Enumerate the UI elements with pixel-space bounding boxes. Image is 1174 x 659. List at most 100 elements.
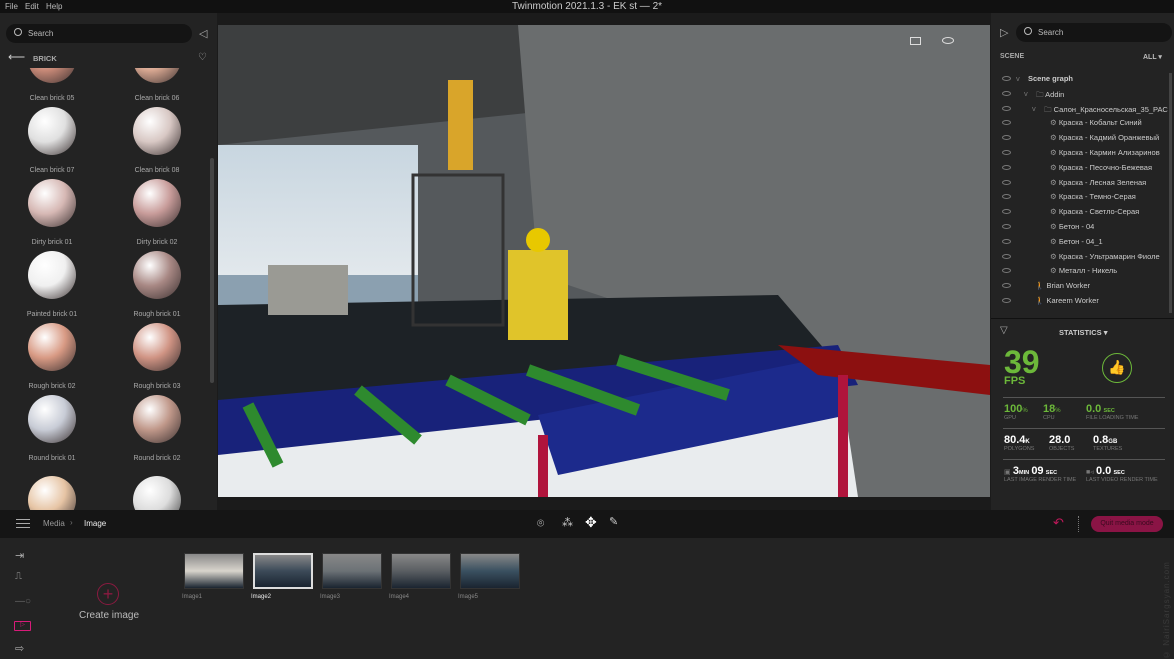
media-icon[interactable]: ▷ [14,621,31,631]
export-icon[interactable]: ⇨ [15,642,24,655]
scene-tree-item[interactable]: ⚙ Краска - Песочно-Бежевая [1050,163,1152,172]
image-render-min-unit: MIN [1018,470,1030,476]
image-thumbnail[interactable] [391,553,451,589]
image-thumbnail[interactable] [253,553,313,589]
undo-icon[interactable]: ↶ [1053,515,1064,531]
scene-tree-item[interactable]: ⚙ Краска - Кадмий Оранжевый [1050,133,1159,142]
material-thumbnail[interactable] [28,476,76,510]
material-thumbnail[interactable] [133,68,181,83]
3d-viewport[interactable] [218,25,990,497]
scene-tree-item[interactable]: ⚙ Бетон - 04_1 [1050,237,1103,246]
image-label[interactable]: Image3 [320,594,340,600]
visibility-eye-icon[interactable] [942,37,954,44]
material-label[interactable]: Dirty brick 02 [107,239,207,246]
material-thumbnail[interactable] [28,251,76,299]
material-label[interactable]: Rough brick 03 [107,383,207,390]
scene-tree-item[interactable]: 🗀 Салон_Красносельская_35_РАС [1044,104,1168,117]
material-thumbnail[interactable] [28,179,76,227]
visibility-eye-icon[interactable] [1002,150,1011,155]
expand-chevron-icon[interactable]: v [1016,74,1020,83]
scene-tree-item[interactable]: ⚙ Краска - Кобальт Синий [1050,118,1142,127]
create-image-button[interactable]: Create image [72,610,146,621]
image-thumbnail[interactable] [460,553,520,589]
material-thumbnail[interactable] [28,395,76,443]
pencil-tool-icon[interactable]: ✎ [609,515,618,528]
layout-icon[interactable] [910,37,921,45]
library-scrollbar[interactable] [210,158,214,383]
image-label[interactable]: Image5 [458,594,478,600]
statistics-dropdown[interactable]: STATISTICS ▾ [1059,328,1108,337]
material-grid: Clean brick 05 Clean brick 06 Clean brick … [0,68,208,510]
image-thumbnail[interactable] [322,553,382,589]
scene-tree-item[interactable]: ⚙ Краска - Кармин Ализаринов [1050,148,1160,157]
scene-tree-item[interactable]: ⚙ Металл - Никель [1050,266,1117,275]
visibility-eye-icon[interactable] [1002,298,1011,303]
visibility-eye-icon[interactable] [1002,164,1011,170]
configure-icon[interactable]: —○ [15,596,31,607]
material-label[interactable]: Painted brick 01 [2,311,102,318]
expand-chevron-icon[interactable]: v [1024,89,1028,98]
material-label[interactable]: Clean brick 07 [2,167,102,174]
scene-tree-item[interactable]: 🚶 Brian Worker [1035,281,1090,290]
material-label[interactable]: Clean brick 05 [2,95,102,102]
breadcrumb-media[interactable]: Media [43,519,65,528]
scene-tree-item[interactable]: ⚙ Краска - Ультрамарин Фиоле [1050,252,1160,261]
visibility-eye-icon[interactable] [1002,238,1011,244]
scene-scrollbar[interactable] [1169,73,1172,313]
material-label[interactable]: Round brick 01 [2,455,102,462]
material-label[interactable]: Round brick 02 [107,455,207,462]
select-tool-icon[interactable]: ⌾ [537,516,544,531]
scatter-tool-icon[interactable]: ⁂ [562,516,573,529]
material-label[interactable]: Rough brick 01 [107,311,207,318]
visibility-eye-icon[interactable] [1002,179,1011,185]
library-search-input[interactable]: Search [6,24,192,43]
material-thumbnail[interactable] [133,107,181,155]
material-thumbnail[interactable] [28,323,76,371]
folder-icon: 🗀 [1036,89,1046,99]
collapse-panel-icon[interactable]: ◁ [199,27,207,40]
visibility-eye-icon[interactable] [1002,90,1011,96]
material-thumbnail[interactable] [28,107,76,155]
create-image-plus-icon[interactable]: + [97,583,119,605]
favorite-heart-icon[interactable]: ♡ [198,52,207,63]
scene-filter-dropdown[interactable]: ALL ▾ [1143,53,1162,61]
scene-tree-item[interactable]: 🗀 Addin [1036,89,1064,102]
visibility-eye-icon[interactable] [1002,253,1011,259]
image-thumbnail[interactable] [184,553,244,589]
material-label[interactable]: Rough brick 02 [2,383,102,390]
visibility-eye-icon[interactable] [1002,224,1011,229]
collapse-stats-icon[interactable]: ▽ [1000,325,1008,336]
scene-search-input[interactable]: Search [1016,23,1172,42]
material-thumbnail[interactable] [133,179,181,227]
material-thumbnail[interactable] [133,251,181,299]
scene-tree-item[interactable]: ⚙ Краска - Светло-Серая [1050,207,1139,216]
visibility-eye-icon[interactable] [1002,105,1011,111]
move-tool-icon[interactable]: ✥ [585,514,597,531]
visibility-eye-icon[interactable] [1002,76,1011,81]
image-label[interactable]: Image1 [182,594,202,600]
expand-panel-icon[interactable]: ▷ [1000,26,1008,39]
hamburger-menu-icon[interactable] [16,519,30,528]
scene-tree-item[interactable]: ⚙ Бетон - 04 [1050,222,1094,231]
scene-tree-item[interactable]: Scene graph [1028,74,1073,83]
material-label[interactable]: Dirty brick 01 [2,239,102,246]
tree-item-label: Scene graph [1028,74,1074,83]
material-label[interactable]: Clean brick 08 [107,167,207,174]
expand-chevron-icon[interactable]: v [1032,104,1036,113]
quit-media-mode-button[interactable]: Quit media mode [1091,516,1163,532]
image-label[interactable]: Image4 [389,594,409,600]
material-thumbnail[interactable] [28,68,76,83]
material-thumbnail[interactable] [133,476,181,510]
material-thumbnail[interactable] [133,395,181,443]
back-arrow-icon[interactable]: ⟵ [8,50,25,64]
image-label[interactable]: Image2 [251,594,271,600]
scene-tree-item[interactable]: 🚶 Kareem Worker [1035,296,1099,305]
scene-tree-item[interactable]: ⚙ Краска - Темно-Серая [1050,192,1136,201]
material-label[interactable]: Clean brick 06 [107,95,207,102]
video-render-caption: LAST VIDEO RENDER TIME [1086,477,1158,483]
material-thumbnail[interactable] [133,323,181,371]
thumbs-up-icon: 👍 [1102,353,1132,383]
context-icon[interactable]: ⎍ [15,571,22,582]
scene-tree-item[interactable]: ⚙ Краска - Лесная Зеленая [1050,178,1146,187]
import-icon[interactable]: ⇥ [15,549,24,562]
